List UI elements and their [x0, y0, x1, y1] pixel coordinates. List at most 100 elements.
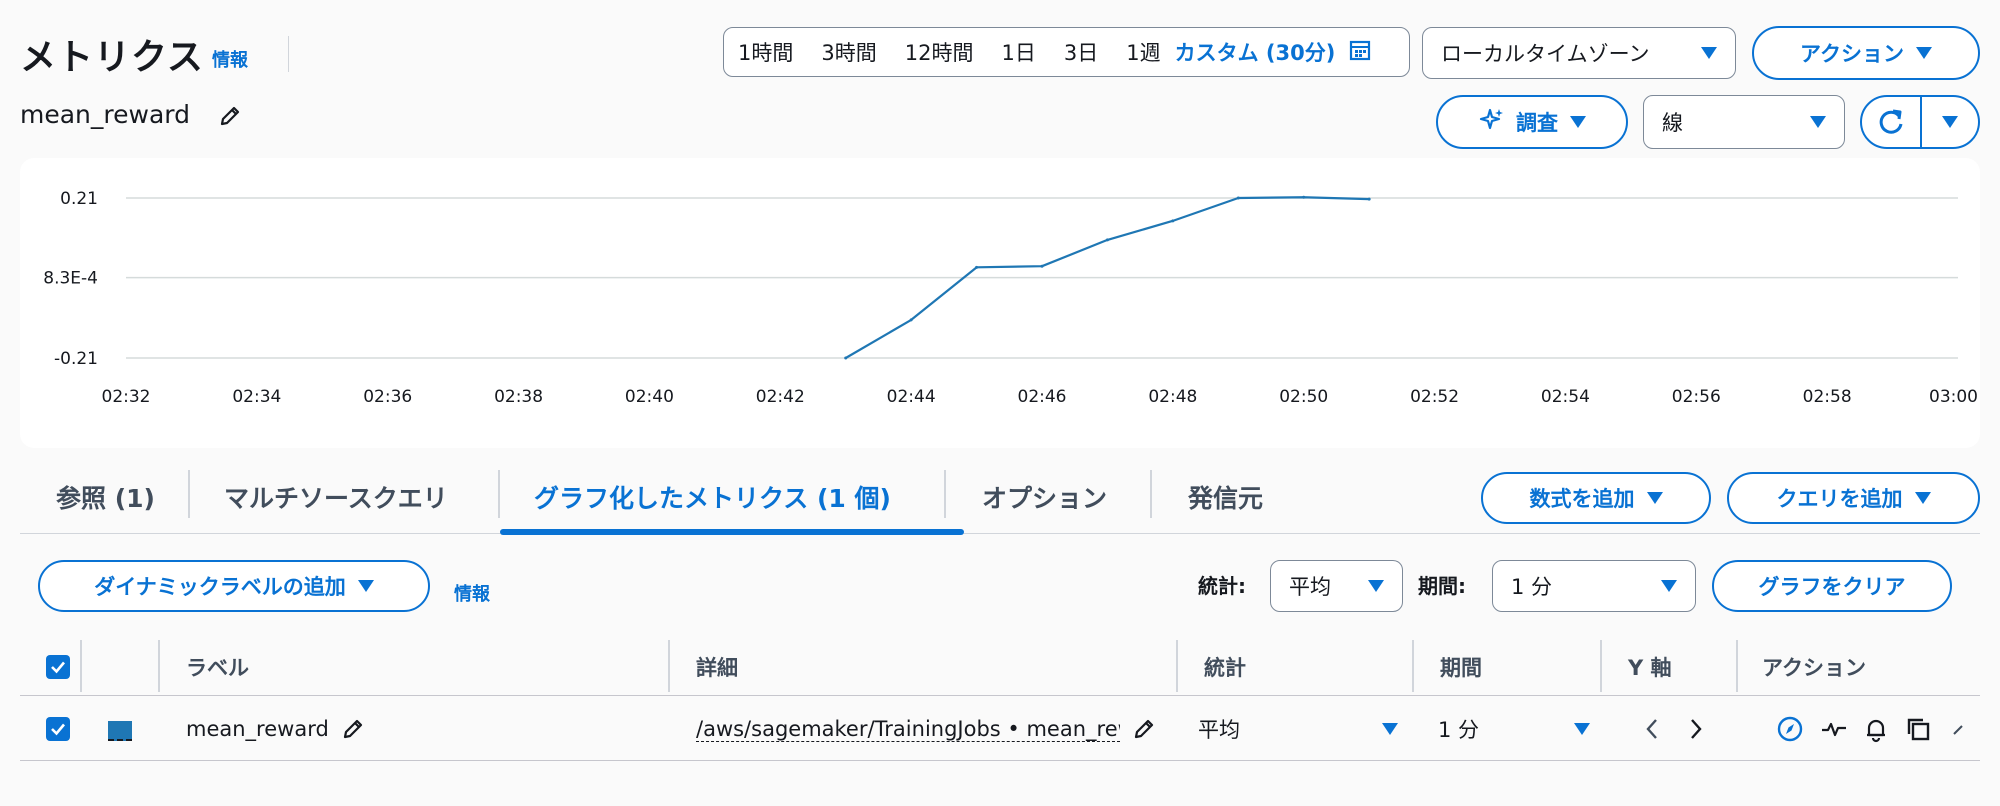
- caret-down-icon: [1382, 723, 1398, 735]
- timezone-value: ローカルタイムゾーン: [1441, 42, 1650, 66]
- pencil-icon[interactable]: [341, 717, 365, 741]
- metrics-table-header: ラベル 詳細 統計 期間 Y 軸 アクション: [20, 638, 1980, 696]
- x-tick-label: 02:54: [1541, 387, 1590, 407]
- data-point: [909, 318, 913, 322]
- row-period-select[interactable]: 1 分: [1438, 697, 1590, 761]
- column-divider: [1736, 640, 1738, 692]
- chart-type-select[interactable]: 線: [1643, 95, 1845, 149]
- range-3h[interactable]: 3時間: [821, 37, 876, 67]
- info-link[interactable]: 情報: [454, 580, 490, 606]
- column-header-label[interactable]: ラベル: [186, 638, 249, 696]
- pencil-icon[interactable]: [218, 104, 242, 128]
- caret-down-icon: [1810, 116, 1826, 128]
- x-tick-label: 02:58: [1803, 387, 1852, 407]
- stat-select[interactable]: 平均: [1270, 560, 1403, 612]
- refresh-icon: [1879, 109, 1903, 134]
- tab-source[interactable]: 発信元: [1188, 460, 1263, 534]
- data-point: [1236, 196, 1240, 200]
- metrics-chart-panel: 0.21 8.3E-4 -0.21 02:32 02:34 02:36 02:38 02:40…: [20, 158, 1980, 448]
- range-1h[interactable]: 1時間: [738, 37, 793, 67]
- series-color-swatch[interactable]: [108, 697, 132, 761]
- metric-title: mean_reward: [20, 100, 242, 129]
- row-stat: 平均: [1198, 718, 1240, 742]
- y-axis-left-button[interactable]: [1642, 697, 1662, 761]
- column-header-period[interactable]: 期間: [1440, 638, 1482, 696]
- create-alarm-button[interactable]: [1862, 697, 1890, 761]
- column-header-actions[interactable]: アクション: [1762, 638, 1866, 696]
- anomaly-detection-button[interactable]: [1820, 697, 1848, 761]
- data-point: [1105, 238, 1109, 242]
- x-tick-label: 02:52: [1410, 387, 1459, 407]
- add-query-label: クエリを追加: [1776, 487, 1903, 511]
- caret-down-icon: [357, 580, 374, 592]
- x-tick-label: 02:44: [887, 387, 936, 407]
- data-point: [975, 265, 979, 269]
- refresh-options-button[interactable]: [1922, 97, 1978, 147]
- caret-down-icon: [1914, 492, 1931, 504]
- select-all-checkbox[interactable]: [46, 638, 70, 696]
- tab-browse[interactable]: 参照 (1): [56, 460, 155, 534]
- add-math-button[interactable]: 数式を追加: [1481, 472, 1711, 524]
- row-checkbox[interactable]: [46, 697, 70, 761]
- refresh-button[interactable]: [1862, 97, 1922, 147]
- tab-options[interactable]: オプション: [982, 460, 1107, 534]
- period-label: 期間:: [1418, 574, 1466, 598]
- x-tick-label: 02:38: [494, 387, 543, 407]
- tab-multi-source-query[interactable]: マルチソースクエリ: [224, 460, 448, 534]
- caret-down-icon: [1570, 116, 1586, 128]
- caret-down-icon: [1574, 723, 1590, 735]
- range-1w[interactable]: 1週: [1126, 37, 1160, 67]
- caret-down-icon: [1661, 580, 1677, 592]
- tab-graphed-metrics[interactable]: グラフ化したメトリクス (1 個): [534, 460, 891, 534]
- column-header-y-axis[interactable]: Y 軸: [1628, 638, 1672, 696]
- period-select[interactable]: 1 分: [1492, 560, 1696, 612]
- range-1d[interactable]: 1日: [1001, 37, 1035, 67]
- y-axis-right-button[interactable]: [1686, 697, 1706, 761]
- timezone-select[interactable]: ローカルタイムゾーン: [1422, 27, 1736, 79]
- x-tick-label: 02:56: [1672, 387, 1721, 407]
- row-period: 1 分: [1438, 718, 1480, 742]
- row-stat-select[interactable]: 平均: [1198, 697, 1398, 761]
- chevron-right-icon: [1953, 725, 1963, 735]
- add-query-button[interactable]: クエリを追加: [1727, 472, 1980, 524]
- row-details[interactable]: /aws/sagemaker/TrainingJobs • mean_rewar…: [696, 717, 1120, 742]
- chart-type-value: 線: [1662, 111, 1683, 135]
- stat-label: 統計:: [1198, 574, 1246, 598]
- caret-down-icon: [1942, 116, 1958, 128]
- pulse-icon: [1822, 722, 1846, 737]
- row-label: mean_reward: [186, 717, 329, 741]
- add-dynamic-label-button[interactable]: ダイナミックラベルの追加: [38, 560, 430, 612]
- investigate-button[interactable]: 調査: [1436, 95, 1628, 149]
- time-range-selector[interactable]: 1時間 3時間 12時間 1日 3日 1週 カスタム (30分): [723, 27, 1410, 77]
- duplicate-button[interactable]: [1904, 697, 1932, 761]
- calendar-icon[interactable]: [1349, 39, 1371, 66]
- period-value: 1 分: [1511, 575, 1553, 599]
- clear-graph-label: グラフをクリア: [1758, 575, 1906, 599]
- pencil-icon[interactable]: [1132, 717, 1156, 741]
- actions-button[interactable]: アクション: [1752, 26, 1980, 80]
- dynamic-label-label: ダイナミックラベルの追加: [94, 575, 346, 599]
- add-math-label: 数式を追加: [1529, 487, 1635, 511]
- tab-divider: [1150, 470, 1152, 518]
- chevron-right-icon: [1691, 719, 1702, 739]
- more-actions-button[interactable]: [1948, 697, 1968, 761]
- range-12h[interactable]: 12時間: [905, 37, 974, 67]
- column-divider: [158, 640, 160, 692]
- x-tick-label: 02:34: [232, 387, 281, 407]
- range-custom[interactable]: カスタム (30分): [1175, 37, 1336, 67]
- stat-value: 平均: [1289, 575, 1331, 599]
- x-tick-label: 02:48: [1148, 387, 1197, 407]
- caret-down-icon: [1646, 492, 1663, 504]
- info-link[interactable]: 情報: [212, 46, 248, 72]
- data-point: [1171, 219, 1175, 223]
- x-tick-label: 02:46: [1018, 387, 1067, 407]
- x-tick-label: 02:50: [1279, 387, 1328, 407]
- column-header-details[interactable]: 詳細: [696, 638, 738, 696]
- header-divider: [288, 36, 289, 72]
- x-tick-label: 02:40: [625, 387, 674, 407]
- metrics-line-chart[interactable]: 0.21 8.3E-4 -0.2102:32 02:34 02:36 02:38 02:40…: [20, 158, 1980, 448]
- range-3d[interactable]: 3日: [1064, 37, 1098, 67]
- column-header-stat[interactable]: 統計: [1204, 638, 1246, 696]
- browse-metric-button[interactable]: [1776, 697, 1804, 761]
- clear-graph-button[interactable]: グラフをクリア: [1712, 560, 1952, 612]
